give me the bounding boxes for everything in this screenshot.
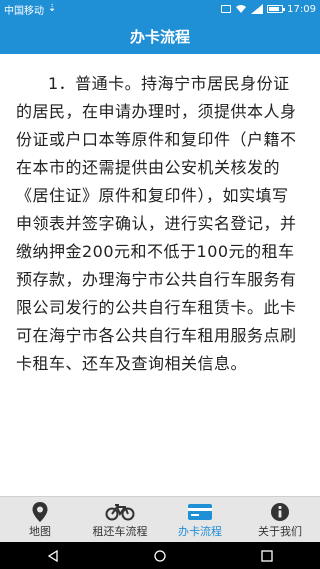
nav-label-about: 关于我们 — [258, 524, 302, 538]
card-process-paragraph: 1．普通卡。持海宁市居民身份证的居民，在申请办理时，须提供本人身份证或户口本等原… — [16, 74, 297, 373]
back-icon[interactable] — [47, 549, 59, 562]
bottom-nav: 地图 租还车流程 办卡流程 关于我们 — [0, 496, 320, 542]
signal-icon — [251, 4, 264, 14]
wifi-icon — [236, 5, 247, 13]
battery-icon — [267, 5, 286, 13]
nav-item-map[interactable]: 地图 — [0, 497, 80, 542]
status-left: 中国移动 ⇣ — [4, 2, 56, 17]
bicycle-icon — [105, 503, 135, 520]
content-area: 1．普通卡。持海宁市居民身份证的居民，在申请办理时，须提供本人身份证或户口本等原… — [0, 54, 320, 496]
system-nav-bar — [0, 542, 320, 569]
recent-apps-icon[interactable] — [260, 549, 273, 562]
carrier-label: 中国移动 — [4, 5, 44, 17]
nav-label-map: 地图 — [29, 524, 51, 538]
info-icon — [271, 502, 289, 521]
status-right: 17:09 — [221, 4, 316, 15]
nav-item-card-process[interactable]: 办卡流程 — [160, 497, 240, 542]
status-bar: 中国移动 ⇣ 17:09 — [0, 0, 320, 18]
nav-item-rent-return[interactable]: 租还车流程 — [80, 497, 160, 542]
nav-label-rent-return: 租还车流程 — [92, 524, 148, 538]
vibrate-icon — [221, 5, 232, 13]
page-title: 办卡流程 — [129, 27, 190, 46]
nav-label-card-process: 办卡流程 — [178, 524, 222, 538]
download-icon: ⇣ — [48, 3, 57, 14]
nav-item-about[interactable]: 关于我们 — [240, 497, 320, 542]
home-icon[interactable] — [154, 549, 166, 562]
title-bar: 办卡流程 — [0, 18, 320, 54]
clock: 17:09 — [287, 3, 316, 15]
location-pin-icon — [32, 501, 48, 522]
card-icon — [188, 503, 212, 520]
